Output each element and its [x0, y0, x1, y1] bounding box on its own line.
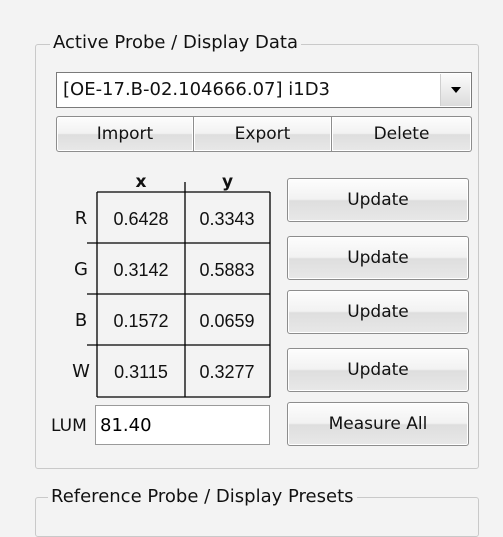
measure-all-button[interactable]: Measure All — [287, 402, 469, 446]
chevron-down-icon[interactable] — [440, 74, 470, 106]
column-header-x: x — [135, 172, 147, 192]
cell-g-y[interactable]: 0.5883 — [183, 259, 271, 281]
row-label-g: G — [74, 259, 88, 280]
lum-input[interactable] — [95, 405, 270, 445]
cell-b-x[interactable]: 0.1572 — [97, 310, 185, 332]
cell-w-x[interactable]: 0.3115 — [97, 361, 185, 383]
cell-r-x[interactable]: 0.6428 — [97, 208, 185, 230]
update-w-button[interactable]: Update — [287, 348, 469, 392]
column-header-y: y — [221, 172, 234, 192]
row-label-r: R — [74, 208, 88, 229]
export-button[interactable]: Export — [194, 116, 332, 152]
cell-w-y[interactable]: 0.3277 — [183, 361, 271, 383]
row-label-b: B — [74, 310, 88, 331]
row-label-w: W — [72, 361, 90, 382]
cell-r-y[interactable]: 0.3343 — [183, 208, 271, 230]
update-g-button[interactable]: Update — [287, 236, 469, 280]
update-b-button[interactable]: Update — [287, 290, 469, 334]
reference-probe-group-title: Reference Probe / Display Presets — [48, 485, 357, 509]
lum-label: LUM — [51, 416, 87, 436]
active-probe-group-title: Active Probe / Display Data — [50, 31, 302, 55]
probe-select-value: [OE-17.B-02.104666.07] i1D3 — [63, 79, 331, 100]
update-r-button[interactable]: Update — [287, 178, 469, 222]
cell-g-x[interactable]: 0.3142 — [97, 259, 185, 281]
import-button[interactable]: Import — [56, 116, 194, 152]
cell-b-y[interactable]: 0.0659 — [183, 310, 271, 332]
probe-select[interactable]: [OE-17.B-02.104666.07] i1D3 — [56, 72, 472, 108]
delete-button[interactable]: Delete — [332, 116, 472, 152]
